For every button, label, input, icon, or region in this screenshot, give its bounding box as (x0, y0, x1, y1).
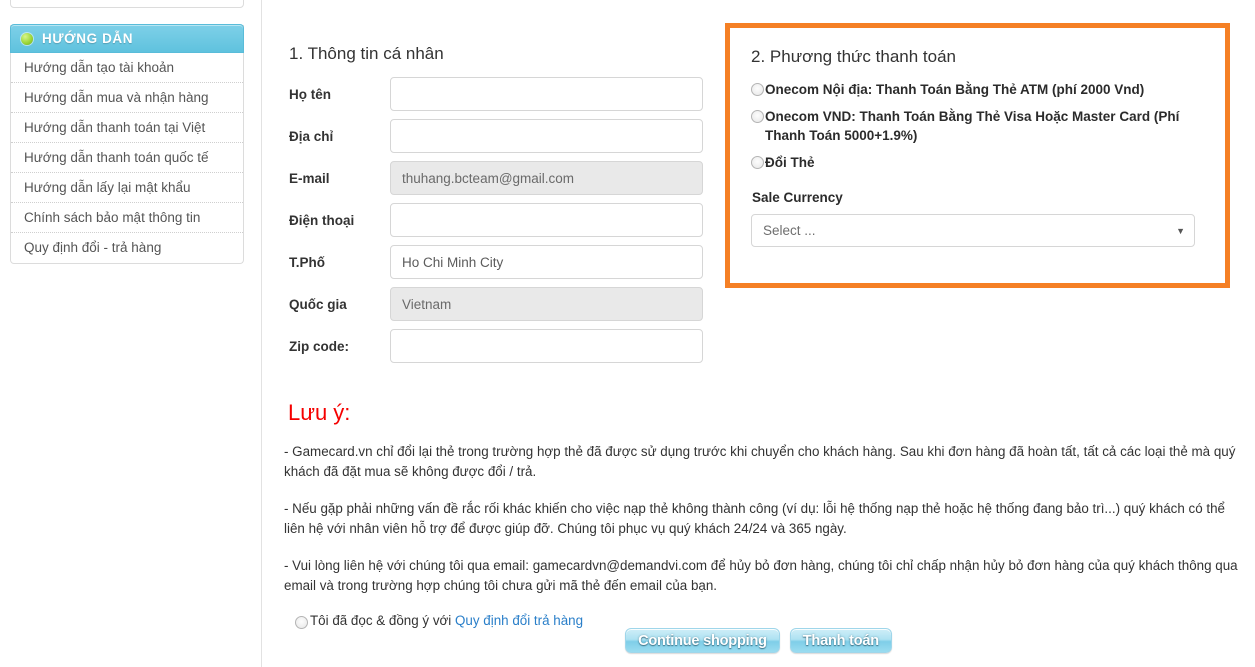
pay-button[interactable]: Thanh toán (789, 628, 892, 653)
agreement-row[interactable]: Tôi đã đọc & đồng ý với Quy định đổi trả… (295, 613, 1246, 629)
zipcode-label: Zip code: (289, 338, 349, 354)
payment-option-label[interactable]: Đổi Thẻ (765, 153, 815, 172)
sidebar-item-return-policy[interactable]: Quy định đổi - trả hàng (11, 233, 243, 263)
payment-option-label[interactable]: Onecom VND: Thanh Toán Bằng Thẻ Visa Hoặ… (765, 107, 1205, 145)
sale-currency-select[interactable]: Select ... ▼ (751, 214, 1195, 247)
notes-heading: Lưu ý: (288, 400, 351, 425)
field-row-email: E-mail (289, 161, 714, 195)
country-input (390, 287, 703, 321)
email-label: E-mail (289, 170, 330, 186)
sidebar-item-payment-international[interactable]: Hướng dẫn thanh toán quốc tế (11, 143, 243, 173)
sidebar-item-create-account[interactable]: Hướng dẫn tạo tài khoản (11, 53, 243, 83)
fullname-label: Họ tên (289, 86, 331, 102)
green-bullet-icon (21, 32, 33, 45)
payment-option-card-exchange[interactable]: Đổi Thẻ (751, 153, 1205, 172)
payment-method-panel: 2. Phương thức thanh toán Onecom Nội địa… (725, 23, 1230, 288)
phone-input[interactable] (390, 203, 703, 237)
continue-shopping-button[interactable]: Continue shopping (625, 628, 780, 653)
sale-currency-selected-value: Select ... (763, 223, 816, 238)
email-input (390, 161, 703, 195)
note-paragraph-2: - Nếu gặp phải những vấn đề rắc rối khác… (284, 501, 1225, 536)
payment-method-title: 2. Phương thức thanh toán (751, 47, 956, 66)
payment-option-label[interactable]: Onecom Nội địa: Thanh Toán Bằng Thẻ ATM … (765, 80, 1144, 99)
note-paragraph-1: - Gamecard.vn chỉ đổi lại thẻ trong trườ… (284, 444, 1236, 479)
fullname-input[interactable] (390, 77, 703, 111)
notes-section: Lưu ý: - Gamecard.vn chỉ đổi lại thẻ tro… (284, 400, 1246, 629)
sidebar-item-privacy-policy[interactable]: Chính sách bảo mật thông tin (11, 203, 243, 233)
sidebar-partial-box-above (10, 0, 244, 8)
return-policy-link[interactable]: Quy định đổi trả hàng (455, 613, 583, 628)
left-sidebar-column: HƯỚNG DẪN Hướng dẫn tạo tài khoản Hướng … (0, 0, 262, 667)
sidebar-item-recover-password[interactable]: Hướng dẫn lấy lại mật khẩu (11, 173, 243, 203)
payment-option-onecom-vnd[interactable]: Onecom VND: Thanh Toán Bằng Thẻ Visa Hoặ… (751, 107, 1205, 145)
guide-panel-header: HƯỚNG DẪN (10, 24, 244, 53)
address-input[interactable] (390, 119, 703, 153)
note-paragraph-3: - Vui lòng liên hệ với chúng tôi qua ema… (284, 558, 1238, 593)
sidebar-item-buy-receive[interactable]: Hướng dẫn mua và nhận hàng (11, 83, 243, 113)
address-label: Địa chỉ (289, 128, 334, 144)
payment-method-inner: 2. Phương thức thanh toán Onecom Nội địa… (730, 28, 1225, 247)
field-row-city: T.Phố (289, 245, 714, 279)
field-row-fullname: Họ tên (289, 77, 714, 111)
country-label: Quốc gia (289, 296, 347, 312)
guide-panel-title: HƯỚNG DẪN (42, 31, 134, 46)
city-input[interactable] (390, 245, 703, 279)
field-row-address: Địa chỉ (289, 119, 714, 153)
agreement-text-label: Tôi đã đọc & đồng ý với (310, 613, 455, 628)
zipcode-input[interactable] (390, 329, 703, 363)
guide-list: Hướng dẫn tạo tài khoản Hướng dẫn mua và… (11, 53, 243, 263)
sale-currency-label: Sale Currency (752, 190, 843, 205)
phone-label: Điện thoại (289, 212, 355, 228)
field-row-country: Quốc gia (289, 287, 714, 321)
sidebar-item-payment-vietnam[interactable]: Hướng dẫn thanh toán tại Việt (11, 113, 243, 143)
action-button-row: Continue shopping Thanh toán (262, 628, 1255, 653)
main-content: 1. Thông tin cá nhân Họ tên Địa chỉ E-ma… (262, 0, 1255, 667)
radio-icon[interactable] (751, 83, 764, 96)
field-row-phone: Điện thoại (289, 203, 714, 237)
agreement-text: Tôi đã đọc & đồng ý với Quy định đổi trả… (310, 613, 583, 628)
field-row-zipcode: Zip code: (289, 329, 714, 363)
chevron-down-icon: ▼ (1176, 225, 1185, 236)
payment-option-onecom-domestic[interactable]: Onecom Nội địa: Thanh Toán Bằng Thẻ ATM … (751, 80, 1205, 99)
guide-panel: HƯỚNG DẪN Hướng dẫn tạo tài khoản Hướng … (10, 24, 244, 264)
radio-icon[interactable] (751, 110, 764, 123)
personal-info-title: 1. Thông tin cá nhân (289, 44, 444, 63)
checkout-page: HƯỚNG DẪN Hướng dẫn tạo tài khoản Hướng … (0, 0, 1255, 667)
radio-icon[interactable] (751, 156, 764, 169)
personal-info-section: 1. Thông tin cá nhân Họ tên Địa chỉ E-ma… (289, 44, 714, 371)
city-label: T.Phố (289, 254, 325, 270)
